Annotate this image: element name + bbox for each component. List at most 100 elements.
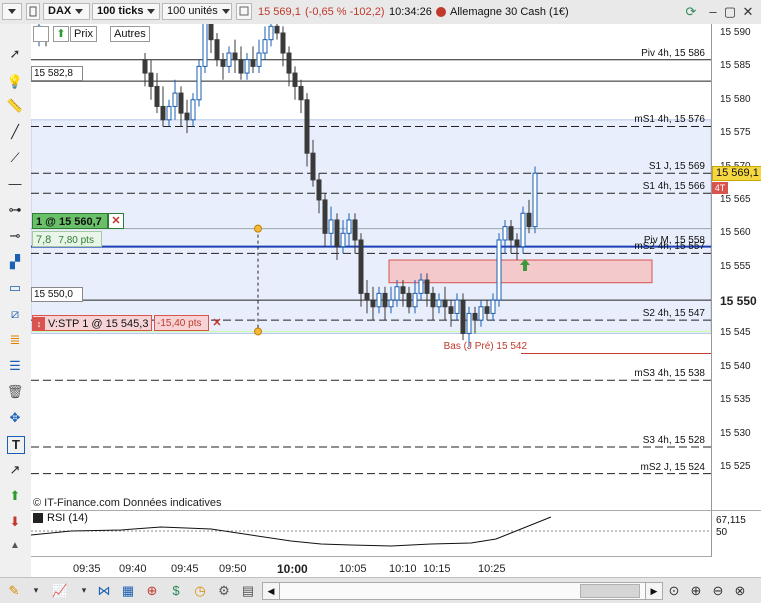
settings-icon[interactable]: ⚙ bbox=[214, 581, 234, 600]
menu-dropdown-button[interactable] bbox=[2, 3, 22, 20]
units-select[interactable]: 100 unités bbox=[162, 3, 232, 20]
horizontal-segment-icon[interactable]: ⊶ bbox=[4, 200, 26, 220]
stop-handle-icon[interactable]: ↕ bbox=[33, 317, 45, 331]
zoom-out-icon[interactable]: ⊖ bbox=[708, 581, 728, 600]
candle-body bbox=[496, 239, 502, 301]
pencil-menu-chevron-icon[interactable]: ▾ bbox=[26, 581, 46, 600]
candle-body bbox=[262, 39, 268, 54]
link-icon[interactable] bbox=[26, 3, 40, 20]
price-chart[interactable]: ⬆ Prix Autres 15 582,8 15 550,0 1 @ 15 5… bbox=[31, 24, 711, 514]
candle-body bbox=[202, 24, 208, 67]
candle-body bbox=[274, 25, 280, 34]
tab-price[interactable]: Prix bbox=[70, 26, 97, 42]
scroll-up-icon[interactable]: ▲ bbox=[4, 536, 26, 556]
horizontal-ray-icon[interactable]: ⊸ bbox=[4, 226, 26, 246]
down-arrow-icon[interactable]: ⬇ bbox=[4, 512, 26, 532]
candle-body bbox=[292, 72, 298, 87]
horizontal-line-icon[interactable]: — bbox=[4, 174, 26, 194]
candle-body bbox=[502, 226, 508, 241]
maximize-icon[interactable]: ▢ bbox=[722, 4, 738, 19]
cancel-stop-icon[interactable]: ✕ bbox=[210, 315, 224, 331]
candle-body bbox=[142, 59, 148, 74]
candle-body bbox=[310, 152, 316, 181]
price-tick: 15 535 bbox=[720, 394, 751, 406]
minimize-icon[interactable]: – bbox=[705, 4, 721, 19]
candle-body bbox=[244, 59, 250, 74]
candle-body bbox=[226, 52, 232, 67]
horizontal-scrollbar[interactable] bbox=[279, 582, 646, 600]
chart-type-icon[interactable]: 📈 bbox=[50, 581, 70, 600]
clock-icon[interactable]: ◷ bbox=[190, 581, 210, 600]
rsi-panel[interactable]: RSI (14) bbox=[30, 510, 711, 557]
chart-type-chevron-icon[interactable]: ▾ bbox=[74, 581, 94, 600]
scroll-right-button[interactable]: ▶ bbox=[645, 582, 663, 600]
ruler-icon[interactable]: 📏 bbox=[4, 96, 26, 116]
up-arrow-icon[interactable]: ⬆ bbox=[4, 486, 26, 506]
candle-body bbox=[490, 299, 496, 314]
line-tool-icon[interactable]: ╱ bbox=[4, 122, 26, 142]
candle-body bbox=[370, 299, 376, 308]
tab-other[interactable]: Autres bbox=[110, 26, 150, 42]
pivot-level-label: S3 4h, 15 528 bbox=[642, 434, 705, 446]
close-icon[interactable]: ✕ bbox=[740, 4, 756, 19]
channel-tool-icon[interactable]: ▞ bbox=[4, 252, 26, 272]
lightbulb-icon[interactable]: 💡 bbox=[4, 72, 26, 92]
fibonacci-icon[interactable]: ≣ bbox=[4, 330, 26, 350]
candle-body bbox=[352, 219, 358, 241]
pivot-level-label: S2 4h, 15 547 bbox=[642, 308, 705, 320]
candle-body bbox=[334, 219, 340, 248]
zoom-in-icon[interactable]: ⊕ bbox=[686, 581, 706, 600]
candle-body bbox=[238, 59, 244, 74]
refresh-icon[interactable]: ⟳ bbox=[683, 4, 699, 19]
toggle-button[interactable] bbox=[236, 3, 252, 20]
pencil-icon[interactable]: ✎ bbox=[4, 581, 24, 600]
price-tick: 15 550 bbox=[720, 294, 757, 309]
alert-icon[interactable]: ⊕ bbox=[142, 581, 162, 600]
cursor-icon[interactable]: ➚ bbox=[4, 44, 26, 64]
arrow-tool-icon[interactable]: ↗ bbox=[4, 460, 26, 480]
period-select[interactable]: 100 ticks bbox=[92, 3, 160, 20]
dollar-icon[interactable]: $ bbox=[166, 581, 186, 600]
position-label[interactable]: 1 @ 15 560,7 bbox=[32, 213, 108, 229]
rsi-color-swatch bbox=[33, 513, 43, 523]
share-icon[interactable]: ⋈ bbox=[94, 581, 114, 600]
zoom-fit-icon[interactable]: ⊙ bbox=[664, 581, 684, 600]
move-icon[interactable]: ✥ bbox=[4, 408, 26, 428]
indicator-icon[interactable]: ▦ bbox=[118, 581, 138, 600]
buy-arrow-icon[interactable]: ⬆ bbox=[53, 26, 69, 42]
trend-channel-icon[interactable]: ⧄ bbox=[4, 304, 26, 324]
candle-body bbox=[436, 299, 442, 308]
candle-body bbox=[298, 85, 304, 101]
price-axis[interactable]: 15 59015 58515 58015 57515 57015 56515 5… bbox=[711, 24, 761, 514]
rsi-canvas bbox=[30, 516, 711, 547]
position-pnl: 7,8 7,80 pts bbox=[32, 231, 102, 247]
instrument-select[interactable]: DAX bbox=[43, 3, 90, 20]
candle-body bbox=[166, 105, 172, 121]
candle-body bbox=[280, 32, 286, 54]
candle-body bbox=[448, 306, 454, 314]
candle-body bbox=[424, 279, 430, 294]
price-tick: 15 585 bbox=[720, 60, 751, 72]
close-position-icon[interactable]: ✕ bbox=[108, 213, 124, 229]
candle-body bbox=[322, 199, 328, 234]
rectangle-tool-icon[interactable]: ▭ bbox=[4, 278, 26, 298]
candle-body bbox=[178, 92, 184, 114]
candle-body bbox=[376, 292, 382, 308]
save-icon[interactable]: ▤ bbox=[238, 581, 258, 600]
stop-order-label[interactable]: ↕ V:STP 1 @ 15 545,3 bbox=[32, 315, 152, 331]
zoom-reset-icon[interactable]: ⊗ bbox=[730, 581, 750, 600]
text-tool-icon[interactable]: T bbox=[7, 436, 25, 454]
chart-option-button[interactable] bbox=[33, 26, 49, 42]
candle-body bbox=[382, 292, 388, 308]
trash-icon[interactable]: 🗑 bbox=[4, 382, 26, 402]
time-axis[interactable]: 09:35 09:40 09:45 09:50 10:00 10:05 10:1… bbox=[31, 556, 711, 578]
candle-body bbox=[190, 99, 196, 121]
candle-body bbox=[358, 239, 364, 294]
fibonacci-fan-icon[interactable]: ☰ bbox=[4, 356, 26, 376]
scroll-left-button[interactable]: ◀ bbox=[262, 582, 280, 600]
segment-tool-icon[interactable]: ⟋ bbox=[4, 148, 26, 168]
resistance-box bbox=[388, 259, 653, 284]
candle-body bbox=[250, 59, 256, 67]
scrollbar-thumb[interactable] bbox=[580, 584, 640, 598]
candle-body bbox=[400, 286, 406, 294]
